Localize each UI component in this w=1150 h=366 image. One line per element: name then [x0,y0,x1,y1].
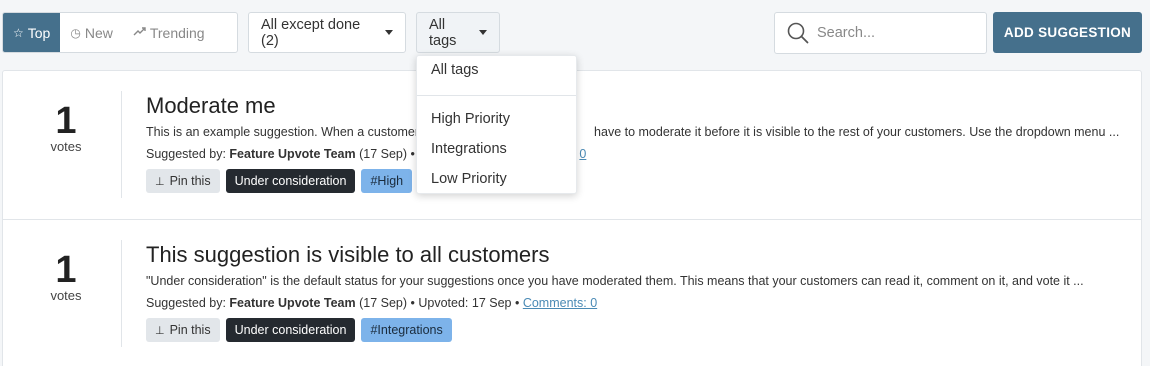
divider [121,91,122,198]
author-name: Feature Upvote Team [229,296,356,310]
votes-label: votes [50,288,82,303]
suggestion-chips: ⊥ Pin this Under consideration #High [146,169,1126,193]
vote-count: 1 [55,100,77,142]
sort-tabs: ☆ Top ◷ New Trending [2,12,238,53]
caret-down-icon [385,30,393,35]
suggestion-title[interactable]: Moderate me [146,91,1126,121]
comments-link[interactable]: 0 [579,147,586,161]
suggestion-chips: ⊥ Pin this Under consideration #Integrat… [146,318,1126,342]
description-right: have to moderate it before it is visible… [594,125,1120,139]
tags-filter-dropdown[interactable]: All tags [416,12,500,53]
pin-label: Pin this [169,174,211,188]
description-left: This is an example suggestion. When a cu… [146,125,420,139]
suggestion-description: "Under consideration" is the default sta… [146,274,1084,288]
meta-prefix: Suggested by: [146,296,226,310]
suggestion-title[interactable]: This suggestion is visible to all custom… [146,240,1126,270]
trending-up-icon [133,26,146,40]
suggestion-card: 1 votes This suggestion is visible to al… [3,219,1141,366]
divider [121,240,122,347]
pin-label: Pin this [169,323,211,337]
suggestion-content: This suggestion is visible to all custom… [146,240,1126,342]
search-input[interactable] [817,25,977,41]
search-icon [787,22,809,44]
comments-link[interactable]: Comments: 0 [523,296,597,310]
author-name: Feature Upvote Team [229,147,356,161]
pin-button[interactable]: ⊥ Pin this [146,169,220,193]
suggestion-content: Moderate me This is an example suggestio… [146,91,1126,193]
tags-filter-label: All tags [429,16,457,49]
meta-date: (17 Sep) • Upvoted: 17 Sep • [359,296,520,310]
sort-trending-label: Trending [149,24,205,41]
caret-down-icon [479,30,487,35]
vote-counter[interactable]: 1 votes [31,250,101,303]
sort-top-label: Top [27,24,51,41]
menu-item-high-priority[interactable]: High Priority [431,111,510,127]
add-suggestion-button[interactable]: ADD SUGGESTION [993,12,1142,53]
search-box [774,12,987,54]
tag-badge[interactable]: #High [361,169,413,193]
sort-top-button[interactable]: ☆ Top [3,13,61,52]
suggestion-meta: Suggested by: Feature Upvote Team (17 Se… [146,296,1126,310]
vote-counter[interactable]: 1 votes [31,101,101,154]
meta-prefix: Suggested by: [146,147,226,161]
status-badge[interactable]: Under consideration [225,169,356,193]
pin-icon: ⊥ [155,175,165,188]
sort-trending-button[interactable]: Trending [123,13,215,52]
tags-dropdown-menu: All tags High Priority Integrations Low … [416,55,577,194]
sort-new-button[interactable]: ◷ New [60,13,123,52]
pin-icon: ⊥ [155,324,165,337]
votes-label: votes [50,139,82,154]
menu-item-integrations[interactable]: Integrations [431,141,507,157]
star-outline-icon: ☆ [13,25,24,40]
suggestion-meta: Suggested by: Feature Upvote Team (17 Se… [146,147,1126,161]
menu-divider [417,95,576,96]
menu-item-low-priority[interactable]: Low Priority [431,171,507,187]
clock-icon: ◷ [70,25,81,40]
pin-button[interactable]: ⊥ Pin this [146,318,220,342]
sort-new-label: New [84,24,113,41]
suggestion-description: This is an example suggestion. When a cu… [146,125,1126,139]
status-filter-label: All except done (2) [261,16,361,49]
status-filter-dropdown[interactable]: All except done (2) [248,12,406,53]
status-badge[interactable]: Under consideration [225,318,356,342]
tag-badge[interactable]: #Integrations [361,318,452,342]
vote-count: 1 [55,249,77,291]
menu-item-all-tags[interactable]: All tags [431,62,479,78]
